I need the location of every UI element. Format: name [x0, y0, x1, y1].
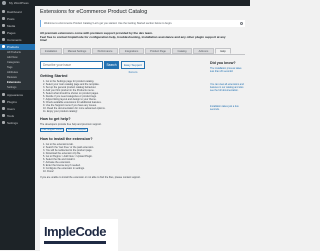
comments-icon — [2, 38, 5, 41]
sidebar-item-label: Pages — [7, 31, 16, 35]
implecode-logo: ImpleCode — [40, 219, 118, 251]
sidebar-item-posts[interactable]: Posts — [0, 16, 35, 22]
free-support-button[interactable]: Free Support Forum — [40, 128, 64, 132]
side-paragraph: You can view all extensions and features… — [210, 83, 244, 92]
dashboard-icon — [2, 10, 5, 13]
sidebar-item-appearance[interactable]: Appearance — [0, 92, 35, 98]
sidebar-item-label: Tools — [7, 114, 15, 118]
logo-bar — [44, 241, 106, 244]
sidebar-item-label: Appearance — [7, 93, 24, 97]
support-forum-button[interactable]: Easy Support Forum — [121, 61, 145, 74]
logo-text: ImpleCode — [44, 224, 106, 239]
sidebar-item-settings[interactable]: Settings — [0, 120, 35, 126]
list-item: 11. Enjoy your product catalog! — [43, 110, 78, 113]
sidebar-item-label: Comments — [7, 38, 22, 42]
footer-note: If you are unable to install the extensi… — [40, 176, 141, 179]
getting-started-heading: Getting Started — [40, 74, 68, 78]
sidebar-item-comments[interactable]: Comments — [0, 37, 35, 43]
tab-manual-settings[interactable]: Manual Settings — [63, 48, 91, 54]
submenu-item-settings[interactable]: Settings — [0, 85, 35, 90]
info-notice: Welcome to eCommerce Product Catalog! Le… — [40, 20, 245, 27]
sidebar-item-dashboard[interactable]: Dashboard — [0, 9, 35, 15]
plugins-icon — [2, 100, 5, 103]
posts-icon — [2, 17, 5, 20]
tab-add-ons[interactable]: Add-ons — [193, 48, 214, 54]
notice-text: Welcome to eCommerce Product Catalog! Le… — [44, 22, 173, 25]
products-icon — [2, 45, 5, 48]
settings-icon — [2, 121, 5, 124]
main-content: Extensions for eCommerce Product Catalog… — [35, 6, 250, 251]
sidebar-item-label: Users — [7, 107, 15, 111]
tab-integrations[interactable]: Integrations — [119, 48, 144, 54]
help-content: Getting Started 1. Go to the Settings pa… — [40, 74, 200, 251]
search-button[interactable]: Search — [104, 61, 119, 69]
nav-tabs: Installation Manual Settings Performance… — [40, 48, 245, 55]
submenu-item-label: Settings — [7, 86, 17, 89]
sidebar-item-label: Plugins — [7, 100, 17, 104]
sidebar-item-label: Dashboard — [7, 10, 22, 14]
appearance-icon — [2, 93, 5, 96]
help-text: The developers provide free help and pre… — [40, 123, 102, 126]
search-input[interactable] — [40, 61, 103, 69]
search-row: Search Easy Support Forum — [40, 61, 200, 74]
sidebar-item-plugins[interactable]: Plugins — [0, 99, 35, 105]
side-paragraph: Installation takes just a few seconds. — [210, 105, 239, 111]
sidebar-item-pages[interactable]: Pages — [0, 30, 35, 36]
tab-performance[interactable]: Performance — [92, 48, 118, 54]
media-icon — [2, 24, 5, 27]
tools-icon — [2, 114, 5, 117]
sidebar-item-label: Media — [7, 24, 16, 28]
tab-help[interactable]: Help — [215, 48, 231, 54]
dismiss-icon[interactable] — [240, 21, 243, 25]
list-item: 10. Done! — [43, 170, 54, 173]
premium-support-button[interactable]: Premium Support — [66, 128, 88, 132]
install-heading: How to install the extension? — [40, 137, 93, 141]
intro-line: time! — [40, 39, 48, 42]
tab-installation[interactable]: Installation — [40, 48, 62, 54]
sidebar-item-users[interactable]: Users — [0, 106, 35, 112]
sidebar-item-label: Settings — [7, 121, 18, 125]
tab-catalog[interactable]: Catalog — [172, 48, 192, 54]
sidebar-item-media[interactable]: Media — [0, 23, 35, 29]
wordpress-logo-icon[interactable] — [2, 1, 6, 5]
tab-product-page[interactable]: Product Page — [145, 48, 171, 54]
users-icon — [2, 107, 5, 110]
admin-sidebar: Dashboard Posts Media Pages Comments Pro… — [0, 6, 35, 250]
did-you-know-panel: Did you know? The installation process t… — [210, 61, 248, 181]
sidebar-item-tools[interactable]: Tools — [0, 113, 35, 119]
side-title: Did you know? — [210, 61, 236, 65]
page-title: Extensions for eCommerce Product Catalog — [40, 9, 148, 15]
sidebar-item-label: Posts — [7, 17, 15, 21]
side-paragraph: The installation process takes less than… — [210, 67, 242, 73]
help-heading: How to get help? — [40, 117, 71, 121]
pages-icon — [2, 31, 5, 34]
